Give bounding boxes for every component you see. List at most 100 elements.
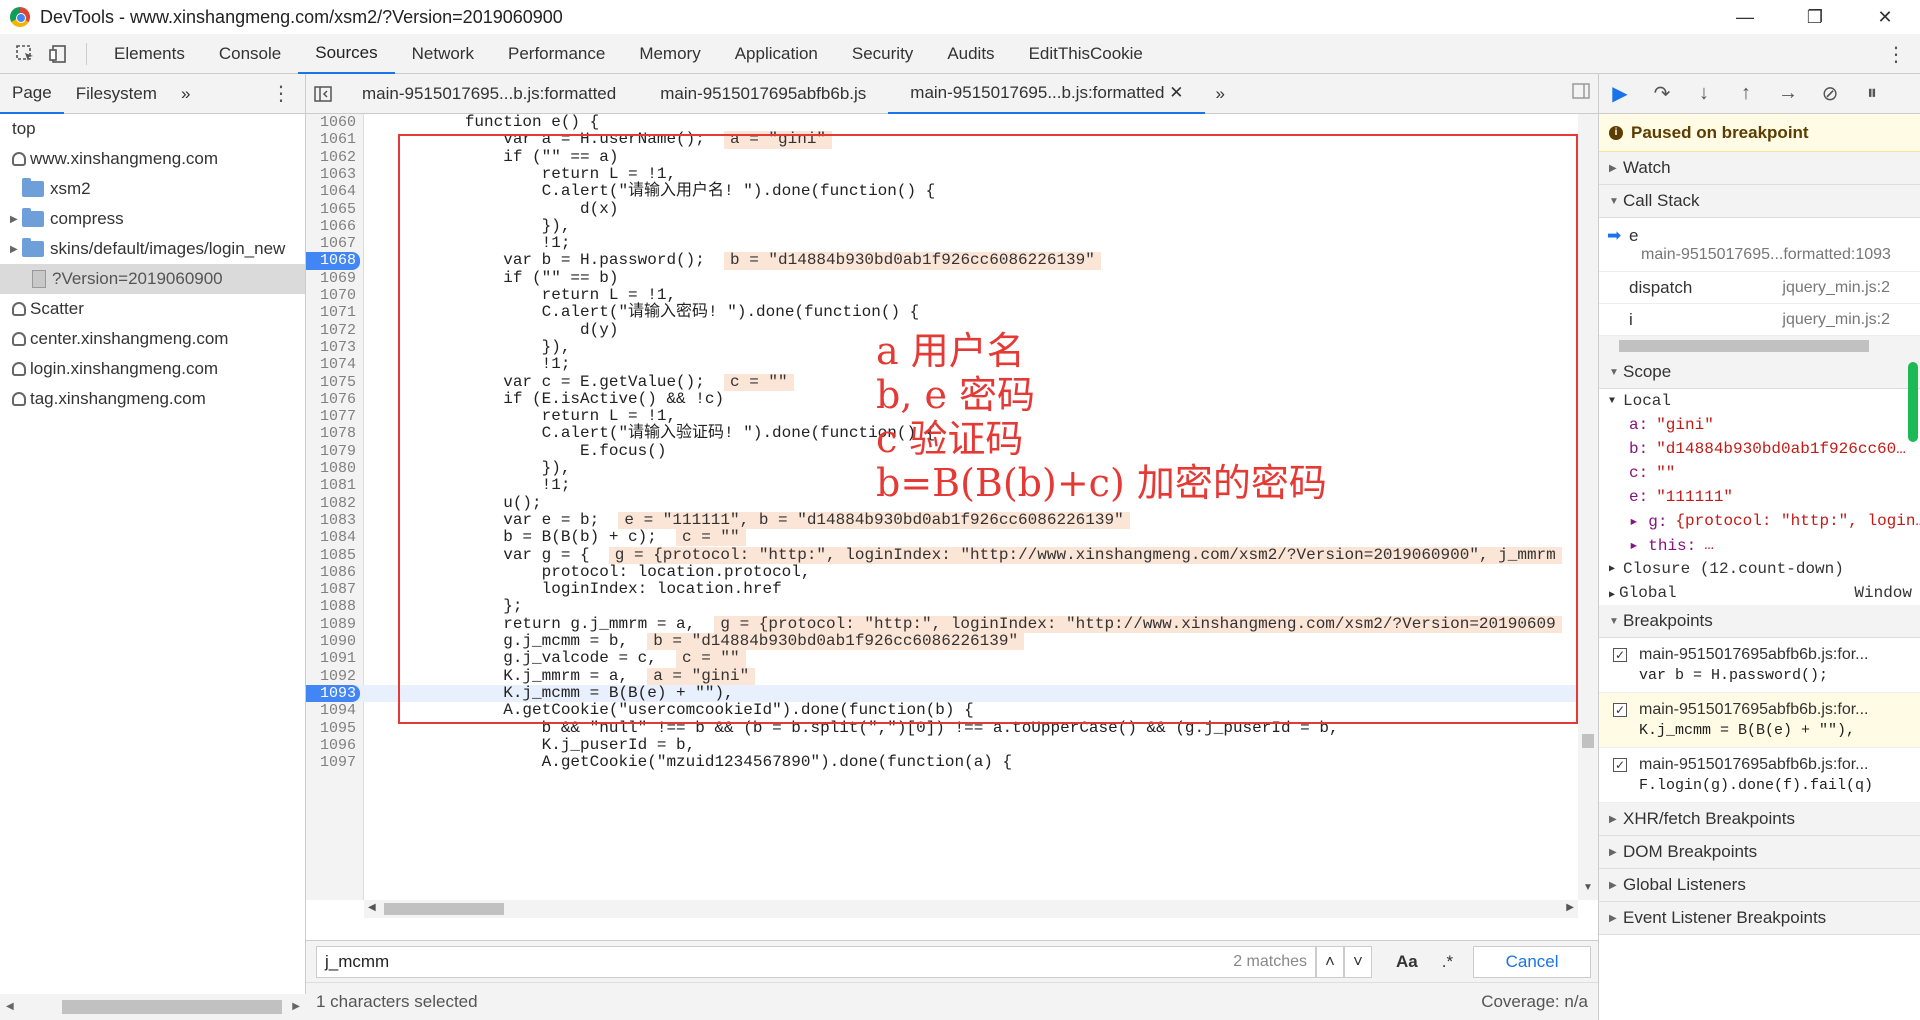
scope-global[interactable]: ▶ Global Window	[1599, 581, 1920, 605]
call-frame[interactable]: ➡ e main-9515017695...formatted:1093	[1599, 218, 1920, 272]
editor-horizontal-scrollbar[interactable]: ▶ ◀	[364, 900, 1578, 918]
code-line[interactable]: 1094 A.getCookie("usercomcookieId").done…	[306, 701, 1578, 719]
toggle-debugger-icon[interactable]	[1572, 83, 1590, 104]
code-line[interactable]: 1065 d(x)	[306, 200, 1578, 218]
tab-filesystem[interactable]: Filesystem	[64, 74, 169, 114]
line-number[interactable]: 1096	[306, 737, 356, 754]
code-line[interactable]: 1087 loginIndex: location.href	[306, 580, 1578, 598]
line-number[interactable]: 1066	[306, 218, 356, 235]
file-tab-source[interactable]: main-9515017695abfb6b.js	[638, 74, 888, 114]
tree-item[interactable]: ▶ compress	[0, 204, 305, 234]
line-number[interactable]: 1076	[306, 391, 356, 408]
scope-variable[interactable]: b: "d14884b930bd0ab1f926cc60…	[1599, 437, 1920, 461]
editor-vertical-scrollbar[interactable]: ▼	[1578, 114, 1598, 900]
line-number[interactable]: 1065	[306, 201, 356, 218]
step-icon[interactable]: →	[1767, 74, 1809, 114]
match-case-button[interactable]: Aa	[1396, 952, 1418, 972]
restore-button[interactable]: ❐	[1790, 0, 1840, 34]
debugger-section[interactable]: ▶ Global Listeners	[1599, 869, 1920, 902]
breakpoint-item[interactable]: ✓ main-9515017695abfb6b.js:for... K.j_mcmm…	[1599, 693, 1920, 748]
scroll-left-icon[interactable]: ◀	[6, 1001, 14, 1012]
code-line[interactable]: 1083 var e = b; e = "111111", b = "d14884…	[306, 511, 1578, 530]
tab-more[interactable]: »	[169, 74, 202, 114]
code-line[interactable]: 1069 if ("" == b)	[306, 269, 1578, 287]
scope-variable[interactable]: ▸ g: {protocol: "http:", login…	[1599, 509, 1920, 533]
scroll-down-icon[interactable]: ▼	[1583, 882, 1593, 893]
regex-button[interactable]: .*	[1442, 952, 1453, 972]
tree-item[interactable]: www.xinshangmeng.com	[0, 144, 305, 174]
breakpoint-checkbox[interactable]: ✓	[1613, 648, 1627, 662]
call-frame[interactable]: dispatch jquery_min.js:2	[1599, 272, 1920, 304]
breakpoint-checkbox[interactable]: ✓	[1613, 703, 1627, 717]
scope-variable[interactable]: c: ""	[1599, 461, 1920, 485]
more-tabs-icon[interactable]: »	[1205, 84, 1234, 104]
next-match-button[interactable]: ˅	[1344, 945, 1372, 978]
breakpoint-item[interactable]: ✓ main-9515017695abfb6b.js:for... F.login(…	[1599, 748, 1920, 803]
navigator-menu-icon[interactable]: ⋮	[271, 81, 291, 106]
line-number[interactable]: 1090	[306, 633, 356, 650]
more-options-icon[interactable]: ⋮	[1886, 42, 1906, 67]
debugger-section[interactable]: ▶ XHR/fetch Breakpoints	[1599, 803, 1920, 836]
tree-expand-icon[interactable]: ▶	[10, 214, 22, 225]
line-number[interactable]: 1071	[306, 304, 356, 321]
code-line[interactable]: 1066 }),	[306, 217, 1578, 235]
device-toolbar-icon[interactable]	[42, 37, 76, 71]
step-out-icon[interactable]: ↑	[1725, 74, 1767, 114]
step-into-icon[interactable]: ↓	[1683, 74, 1725, 114]
line-number[interactable]: 1081	[306, 477, 356, 494]
vertical-scroll-thumb[interactable]	[1582, 734, 1594, 748]
inspect-element-icon[interactable]	[8, 37, 42, 71]
frame-location[interactable]: main-9515017695...formatted:1093	[1641, 246, 1891, 264]
scope-variable[interactable]: a: "gini"	[1599, 413, 1920, 437]
line-number[interactable]: 1084	[306, 529, 356, 546]
tab-elements[interactable]: Elements	[97, 34, 202, 74]
scroll-right-arrow-icon[interactable]: ▶	[1566, 902, 1574, 913]
tree-item[interactable]: center.xinshangmeng.com	[0, 324, 305, 354]
line-number[interactable]: 1091	[306, 650, 356, 667]
code-line[interactable]: 1071 C.alert("请输入密码! ").done(function() …	[306, 303, 1578, 321]
scope-closure[interactable]: ▶ Closure (12.count-down)	[1599, 557, 1920, 581]
tab-console[interactable]: Console	[202, 34, 298, 74]
line-number[interactable]: 1075	[306, 374, 356, 391]
line-number[interactable]: 1073	[306, 339, 356, 356]
line-number[interactable]: 1092	[306, 668, 356, 685]
resume-icon[interactable]: ▶	[1599, 74, 1641, 114]
tree-item[interactable]: xsm2	[0, 174, 305, 204]
line-number[interactable]: 1069	[306, 270, 356, 287]
code-line[interactable]: 1089 return g.j_mmrm = a, g = {protocol: …	[306, 615, 1578, 633]
line-number[interactable]: 1070	[306, 287, 356, 304]
code-line[interactable]: 1060 function e() {	[306, 114, 1578, 131]
deactivate-breakpoints-icon[interactable]: ⊘	[1809, 74, 1851, 114]
line-number[interactable]: 1083	[306, 512, 356, 529]
tab-editthiscookie[interactable]: EditThisCookie	[1012, 34, 1160, 74]
line-number[interactable]: 1064	[306, 183, 356, 200]
navigator-scrollbar[interactable]: ◀ ▶	[0, 994, 306, 1020]
search-input[interactable]: j_mcmm 2 matches	[316, 945, 1316, 978]
breakpoint-item[interactable]: ✓ main-9515017695abfb6b.js:for... var b = …	[1599, 638, 1920, 693]
line-number[interactable]: 1085	[306, 547, 356, 564]
code-line[interactable]: 1084 b = B(B(b) + c); c = ""	[306, 528, 1578, 547]
watch-section[interactable]: ▶ Watch	[1599, 152, 1920, 185]
line-number[interactable]: 1062	[306, 149, 356, 166]
code-line[interactable]: 1088 };	[306, 598, 1578, 616]
code-view[interactable]: 1060 function e() {1061 var a = H.userNa…	[306, 114, 1578, 900]
code-line[interactable]: 1095 b && "null" !== b && (b = b.split("…	[306, 719, 1578, 737]
code-line[interactable]: 1067 !1;	[306, 234, 1578, 252]
line-number[interactable]: 1079	[306, 443, 356, 460]
tree-item[interactable]: tag.xinshangmeng.com	[0, 384, 305, 414]
code-line[interactable]: 1097 A.getCookie("mzuid1234567890").done…	[306, 753, 1578, 771]
tree-item[interactable]: top	[0, 114, 305, 144]
line-number[interactable]: 1060	[306, 114, 356, 131]
line-number[interactable]: 1089	[306, 616, 356, 633]
tree-item[interactable]: login.xinshangmeng.com	[0, 354, 305, 384]
frame-location[interactable]: jquery_min.js:2	[1782, 311, 1890, 329]
line-number[interactable]: 1074	[306, 356, 356, 373]
scope-variable[interactable]: e: "111111"	[1599, 485, 1920, 509]
tab-sources[interactable]: Sources	[298, 34, 395, 74]
code-line[interactable]: 1068 var b = H.password(); b = "d14884b93…	[306, 252, 1578, 270]
debugger-section[interactable]: ▶ Event Listener Breakpoints	[1599, 902, 1920, 935]
tree-item[interactable]: ▶ skins/default/images/login_new	[0, 234, 305, 264]
tab-security[interactable]: Security	[835, 34, 930, 74]
tab-application[interactable]: Application	[718, 34, 835, 74]
scroll-right-icon[interactable]: ▶	[292, 1001, 300, 1012]
